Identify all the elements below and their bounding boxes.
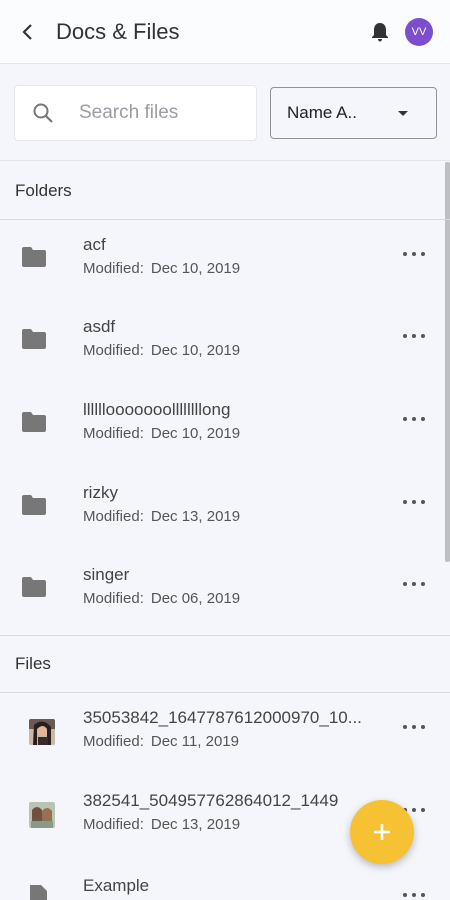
files-section-title: Files xyxy=(15,654,51,673)
modified-label: Modified: xyxy=(83,508,144,525)
more-options-icon[interactable] xyxy=(403,578,425,590)
modified-label: Modified: xyxy=(83,733,144,750)
search-box[interactable] xyxy=(14,85,257,141)
folders-section-header: Folders xyxy=(0,162,450,220)
files-section-header: Files xyxy=(0,635,450,693)
image-thumbnail xyxy=(28,719,56,745)
folder-row[interactable]: rizky Modified: Dec 13, 2019 xyxy=(0,469,450,551)
modified-date: Dec 10, 2019 xyxy=(150,260,241,277)
folder-icon xyxy=(20,410,48,434)
file-modified: Modified: Dec 13, 2019 xyxy=(83,816,240,833)
folder-name: asdf xyxy=(83,317,116,336)
plus-icon xyxy=(374,824,390,840)
folder-name: rizky xyxy=(83,483,118,502)
search-icon xyxy=(15,102,71,124)
modified-label: Modified: xyxy=(83,590,144,607)
caret-down-icon xyxy=(398,110,408,116)
image-thumbnail xyxy=(28,802,56,828)
folder-row[interactable]: asdf Modified: Dec 10, 2019 xyxy=(0,303,450,385)
file-row[interactable]: Example xyxy=(0,862,450,900)
modified-date: Dec 06, 2019 xyxy=(150,590,241,607)
folder-modified: Modified: Dec 06, 2019 xyxy=(83,590,240,607)
sort-dropdown-label: Name A.. xyxy=(287,103,357,122)
folder-row[interactable]: acf Modified: Dec 10, 2019 xyxy=(0,221,450,303)
modified-label: Modified: xyxy=(83,260,144,277)
folder-icon xyxy=(20,327,48,351)
back-button[interactable] xyxy=(0,0,56,64)
folder-modified: Modified: Dec 13, 2019 xyxy=(83,508,240,525)
search-input[interactable] xyxy=(79,102,249,124)
file-name: 382541_504957762864012_1449 xyxy=(83,791,339,810)
modified-date: Dec 10, 2019 xyxy=(150,425,241,442)
notifications-button[interactable] xyxy=(365,17,395,47)
modified-date: Dec 10, 2019 xyxy=(150,342,241,359)
sort-dropdown[interactable]: Name A.. xyxy=(270,87,437,139)
page-title: Docs & Files xyxy=(56,18,180,44)
folder-icon xyxy=(20,493,48,517)
file-modified: Modified: Dec 11, 2019 xyxy=(83,733,239,750)
more-options-icon[interactable] xyxy=(403,496,425,508)
modified-label: Modified: xyxy=(83,342,144,359)
folder-icon xyxy=(20,575,48,599)
avatar[interactable]: VV xyxy=(405,17,433,46)
more-options-icon[interactable] xyxy=(403,413,425,425)
more-options-icon[interactable] xyxy=(403,248,425,260)
folder-name: acf xyxy=(83,235,106,254)
document-icon xyxy=(24,884,52,900)
modified-label: Modified: xyxy=(83,816,144,833)
folder-name: singer xyxy=(83,565,130,584)
more-options-icon[interactable] xyxy=(403,330,425,342)
bell-icon xyxy=(372,22,388,41)
modified-date: Dec 13, 2019 xyxy=(150,816,241,833)
add-fab-button[interactable] xyxy=(350,800,414,864)
folder-name: llllllooooooollllllllong xyxy=(83,400,231,419)
folders-section-title: Folders xyxy=(15,180,72,200)
folder-row[interactable]: singer Modified: Dec 06, 2019 xyxy=(0,551,450,633)
modified-label: Modified: xyxy=(83,425,144,442)
file-row[interactable]: 35053842_1647787612000970_10... Modified… xyxy=(0,694,450,776)
more-options-icon[interactable] xyxy=(403,889,425,900)
modified-date: Dec 13, 2019 xyxy=(150,508,241,525)
chevron-left-icon xyxy=(22,23,32,40)
modified-date: Dec 11, 2019 xyxy=(150,733,239,750)
folder-icon xyxy=(20,245,48,269)
folder-row[interactable]: llllllooooooollllllllong Modified: Dec 10… xyxy=(0,386,450,468)
filter-toolbar: Name A.. xyxy=(0,64,450,161)
app-header: Docs & Files VV xyxy=(0,0,450,64)
file-name: 35053842_1647787612000970_10... xyxy=(83,708,362,727)
folder-modified: Modified: Dec 10, 2019 xyxy=(83,342,240,359)
more-options-icon[interactable] xyxy=(403,721,425,733)
folder-modified: Modified: Dec 10, 2019 xyxy=(83,425,240,442)
folder-modified: Modified: Dec 10, 2019 xyxy=(83,260,240,277)
file-name: Example xyxy=(83,876,150,895)
